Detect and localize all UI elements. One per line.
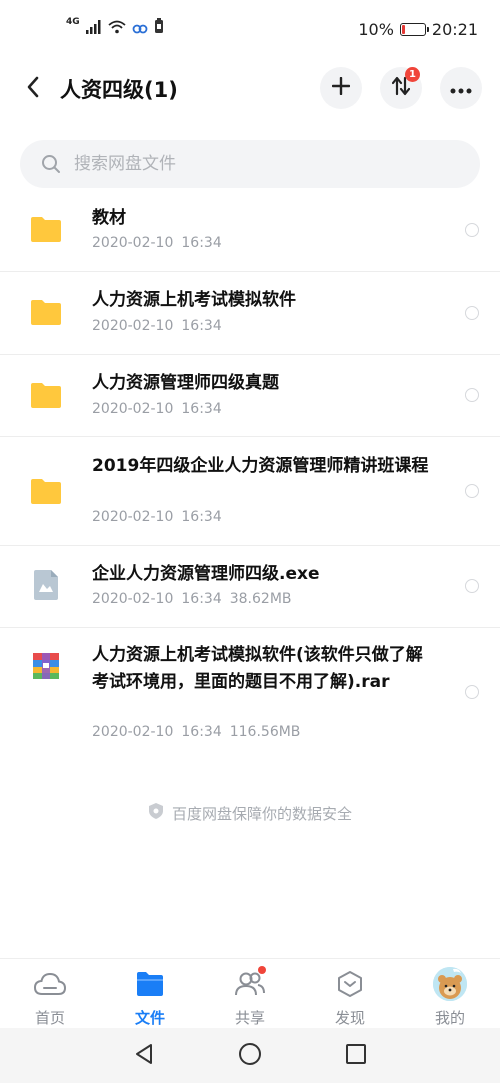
tab-share[interactable]: 共享 bbox=[200, 966, 300, 1029]
file-meta: 2020-02-10 16:34 116.56MB bbox=[92, 724, 300, 740]
file-date: 2020-02-10 bbox=[92, 235, 174, 251]
list-item[interactable]: 企业人力资源管理师四级.exe 2020-02-10 16:34 38.62MB bbox=[0, 546, 500, 628]
list-item[interactable]: 人力资源上机考试模拟软件 2020-02-10 16:34 bbox=[0, 272, 500, 355]
link-icon bbox=[132, 19, 148, 38]
file-name: 人力资源管理师四级真题 bbox=[92, 373, 279, 393]
file-date: 2020-02-10 bbox=[92, 401, 174, 417]
more-button[interactable] bbox=[440, 67, 482, 109]
file-time: 16:34 bbox=[181, 401, 222, 417]
list-item[interactable]: 人力资源上机考试模拟软件(该软件只做了解考试环境用，里面的题目不用了解).rar… bbox=[0, 628, 500, 766]
file-date: 2020-02-10 bbox=[92, 318, 174, 334]
status-right: 10% 20:21 bbox=[358, 20, 478, 39]
page-title: 人资四级(1) bbox=[60, 78, 178, 102]
nav-home-button[interactable] bbox=[236, 1042, 264, 1070]
file-time: 16:34 bbox=[181, 318, 222, 334]
chevron-left-icon bbox=[26, 76, 40, 102]
search-bar[interactable] bbox=[20, 140, 480, 188]
select-radio[interactable] bbox=[465, 223, 479, 237]
file-meta: 2020-02-10 16:34 bbox=[92, 509, 222, 525]
system-nav-bar bbox=[0, 1028, 500, 1083]
search-input[interactable] bbox=[74, 154, 434, 174]
list-item[interactable]: 教材 2020-02-10 16:34 bbox=[0, 190, 500, 272]
battery-percent: 10% bbox=[358, 20, 394, 39]
select-radio[interactable] bbox=[465, 579, 479, 593]
app-notify-icon bbox=[154, 18, 164, 38]
list-item[interactable]: 人力资源管理师四级真题 2020-02-10 16:34 bbox=[0, 355, 500, 437]
select-radio[interactable] bbox=[465, 685, 479, 699]
select-radio[interactable] bbox=[465, 484, 479, 498]
file-size: 116.56MB bbox=[229, 724, 301, 740]
file-meta: 2020-02-10 16:34 bbox=[92, 235, 222, 251]
compass-icon bbox=[332, 967, 368, 1001]
tab-discover[interactable]: 发现 bbox=[300, 967, 400, 1029]
folder-icon bbox=[132, 967, 168, 1001]
transfer-badge: 1 bbox=[405, 67, 420, 82]
status-bar: 4G 10% 20:21 bbox=[0, 0, 500, 62]
file-time: 16:34 bbox=[181, 235, 222, 251]
file-meta: 2020-02-10 16:34 bbox=[92, 401, 222, 417]
tab-files[interactable]: 文件 bbox=[100, 967, 200, 1029]
cloud-icon bbox=[32, 967, 68, 1001]
notification-dot bbox=[258, 966, 266, 974]
more-horizontal-icon bbox=[450, 79, 472, 98]
tab-label: 文件 bbox=[134, 1009, 165, 1027]
battery-icon bbox=[399, 23, 429, 36]
file-date: 2020-02-10 bbox=[92, 591, 174, 607]
folder-icon bbox=[30, 298, 62, 326]
file-meta: 2020-02-10 16:34 bbox=[92, 318, 222, 334]
file-list: 教材 2020-02-10 16:34 人力资源上机考试模拟软件 2020-02-… bbox=[0, 190, 500, 766]
file-date: 2020-02-10 bbox=[92, 724, 174, 740]
network-type: 4G bbox=[66, 16, 80, 27]
tab-label: 首页 bbox=[34, 1009, 65, 1027]
list-item[interactable]: 2019年四级企业人力资源管理师精讲班课程 2020-02-10 16:34 bbox=[0, 437, 500, 546]
security-note: 百度网盘保障你的数据安全 bbox=[0, 802, 500, 824]
select-radio[interactable] bbox=[465, 306, 479, 320]
file-name: 企业人力资源管理师四级.exe bbox=[92, 564, 320, 584]
folder-icon bbox=[30, 215, 62, 243]
signal-icon bbox=[85, 19, 102, 38]
folder-icon bbox=[30, 477, 62, 505]
square-recents-icon bbox=[345, 1043, 367, 1069]
add-button[interactable] bbox=[320, 67, 362, 109]
file-time: 16:34 bbox=[181, 724, 222, 740]
clock: 20:21 bbox=[431, 20, 478, 39]
file-name: 教材 bbox=[92, 208, 126, 228]
avatar-icon bbox=[432, 967, 468, 1001]
tab-label: 我的 bbox=[434, 1009, 465, 1027]
bottom-tab-bar: 首页 文件 共享 发现 我的 bbox=[0, 958, 500, 1028]
file-date: 2020-02-10 bbox=[92, 509, 174, 525]
tab-label: 共享 bbox=[234, 1009, 265, 1027]
search-icon bbox=[40, 153, 62, 175]
triangle-back-icon bbox=[134, 1043, 154, 1069]
plus-icon bbox=[331, 76, 351, 99]
tab-label: 发现 bbox=[334, 1009, 365, 1027]
file-size: 38.62MB bbox=[229, 591, 292, 607]
shield-icon bbox=[148, 802, 164, 824]
header: 人资四级(1) 1 bbox=[0, 62, 500, 116]
circle-home-icon bbox=[238, 1042, 262, 1070]
exe-file-icon bbox=[32, 570, 60, 600]
file-time: 16:34 bbox=[181, 509, 222, 525]
security-note-text: 百度网盘保障你的数据安全 bbox=[171, 804, 352, 823]
status-left: 4G bbox=[66, 16, 164, 38]
transfer-button[interactable]: 1 bbox=[380, 67, 422, 109]
wifi-icon bbox=[108, 19, 126, 38]
avatar bbox=[433, 967, 467, 1001]
people-icon bbox=[232, 966, 268, 1001]
select-radio[interactable] bbox=[465, 388, 479, 402]
file-name: 人力资源上机考试模拟软件 bbox=[92, 290, 296, 310]
file-time: 16:34 bbox=[181, 591, 222, 607]
file-name: 人力资源上机考试模拟软件(该软件只做了解考试环境用，里面的题目不用了解).rar bbox=[92, 645, 423, 692]
back-button[interactable] bbox=[18, 72, 48, 106]
file-name: 2019年四级企业人力资源管理师精讲班课程 bbox=[92, 456, 429, 476]
tab-home[interactable]: 首页 bbox=[0, 967, 100, 1029]
tab-me[interactable]: 我的 bbox=[400, 967, 500, 1029]
folder-icon bbox=[30, 381, 62, 409]
rar-archive-icon bbox=[32, 652, 60, 680]
file-meta: 2020-02-10 16:34 38.62MB bbox=[92, 591, 292, 607]
nav-recents-button[interactable] bbox=[342, 1042, 370, 1070]
nav-back-button[interactable] bbox=[130, 1042, 158, 1070]
